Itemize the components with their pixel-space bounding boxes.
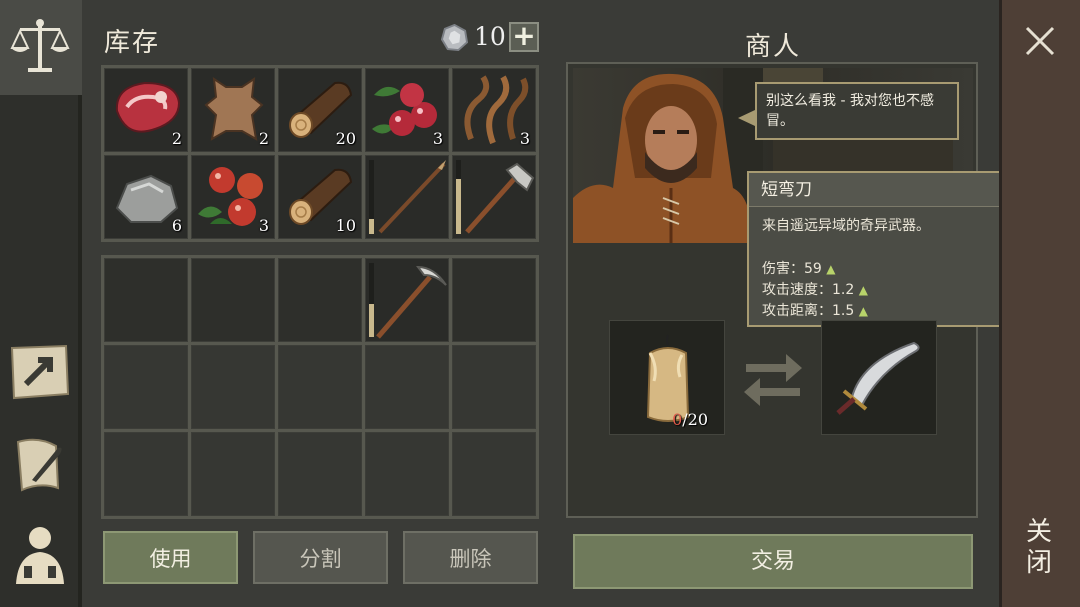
- close-button-label[interactable]: 关闭: [1026, 517, 1054, 579]
- tooltip-item-name: 短弯刀: [749, 173, 1007, 207]
- stat-attack-range: 攻击距离：1.5 ▲: [762, 303, 868, 319]
- merchant-title: 商人: [745, 32, 802, 62]
- trade-receive-slot[interactable]: [821, 320, 937, 435]
- item-quantity: 3: [519, 129, 530, 148]
- delete-button[interactable]: 删除: [403, 531, 538, 584]
- inventory-slot[interactable]: [104, 258, 188, 342]
- tooltip-stats: 伤害：59 ▲ 攻击速度：1.2 ▲ 攻击距离：1.5 ▲: [762, 259, 868, 322]
- inventory-slot-locked: [191, 345, 275, 429]
- inventory-slot-locked: [104, 432, 188, 516]
- item-quantity: 20: [335, 129, 356, 148]
- inventory-slot[interactable]: 6: [104, 155, 188, 239]
- inventory-grid: 2 2 20 3 3 6 3 10: [101, 65, 539, 242]
- pickaxe-icon: [376, 265, 447, 339]
- inventory-slot[interactable]: 20: [278, 68, 362, 152]
- item-quantity: 2: [171, 129, 182, 148]
- inventory-title: 库存: [104, 28, 161, 58]
- merchant-speech-bubble: 别这么看我 - 我对您也不感冒。: [755, 82, 959, 140]
- close-x-icon[interactable]: [1023, 24, 1057, 58]
- inventory-slot[interactable]: 2: [104, 68, 188, 152]
- inventory-slot[interactable]: 10: [278, 155, 362, 239]
- candle-icon: [646, 334, 690, 422]
- stat-attack-speed: 攻击速度：1.2 ▲: [762, 282, 868, 298]
- inventory-slot-locked: [278, 345, 362, 429]
- item-quantity: 3: [432, 129, 443, 148]
- item-quantity: 3: [258, 216, 269, 235]
- inventory-slot[interactable]: 3: [452, 68, 536, 152]
- inventory-slot[interactable]: 3: [191, 155, 275, 239]
- sidebar-divider: [78, 95, 82, 607]
- item-tooltip: 短弯刀 来自遥远异域的奇异武器。 伤害：59 ▲ 攻击速度：1.2 ▲ 攻击距离…: [747, 171, 1009, 327]
- inventory-slot-locked: [278, 432, 362, 516]
- sidebar: [0, 0, 82, 607]
- silver-coin-icon: [441, 24, 468, 51]
- inventory-slot-locked: [365, 432, 449, 516]
- map-arrow-icon[interactable]: [8, 340, 72, 404]
- scroll-quill-icon[interactable]: [8, 432, 72, 496]
- trade-offer-count: 0/20: [672, 410, 708, 429]
- split-button[interactable]: 分割: [253, 531, 388, 584]
- inventory-slot-locked: [452, 432, 536, 516]
- swap-arrows-icon: [744, 354, 802, 406]
- stone-hatchet-icon: [465, 162, 535, 234]
- trade-offer-slot[interactable]: 0/20: [609, 320, 725, 435]
- inventory-slot[interactable]: [365, 155, 449, 239]
- inventory-grid-backpack: [101, 255, 539, 519]
- close-column[interactable]: [999, 0, 1080, 607]
- stat-up-arrow-icon: ▲: [826, 262, 836, 276]
- item-quantity: 6: [171, 216, 182, 235]
- inventory-slot[interactable]: [452, 258, 536, 342]
- inventory-slot-locked: [104, 345, 188, 429]
- inventory-slot[interactable]: 3: [365, 68, 449, 152]
- inventory-slot[interactable]: [191, 258, 275, 342]
- currency-amount: 10: [474, 22, 506, 51]
- tooltip-description: 来自遥远异域的奇异武器。: [762, 218, 930, 234]
- inventory-slot-locked: [191, 432, 275, 516]
- item-quantity: 10: [335, 216, 356, 235]
- inventory-slot[interactable]: [278, 258, 362, 342]
- inventory-slot-locked: [365, 345, 449, 429]
- stat-up-arrow-icon: ▲: [858, 283, 868, 297]
- add-currency-button[interactable]: +: [509, 22, 539, 52]
- trade-button[interactable]: 交易: [573, 534, 973, 589]
- wooden-spear-icon: [378, 160, 446, 234]
- character-icon[interactable]: [8, 520, 72, 584]
- balance-scale-icon[interactable]: [8, 14, 72, 78]
- inventory-slot[interactable]: [365, 258, 449, 342]
- inventory-slot[interactable]: [452, 155, 536, 239]
- use-button[interactable]: 使用: [103, 531, 238, 584]
- item-quantity: 2: [258, 129, 269, 148]
- inventory-slot-locked: [452, 345, 536, 429]
- stat-damage: 伤害：59 ▲: [762, 261, 836, 277]
- speech-bubble-tail: [738, 110, 755, 126]
- inventory-slot[interactable]: 2: [191, 68, 275, 152]
- stat-up-arrow-icon: ▲: [858, 304, 868, 318]
- scimitar-icon: [836, 341, 920, 415]
